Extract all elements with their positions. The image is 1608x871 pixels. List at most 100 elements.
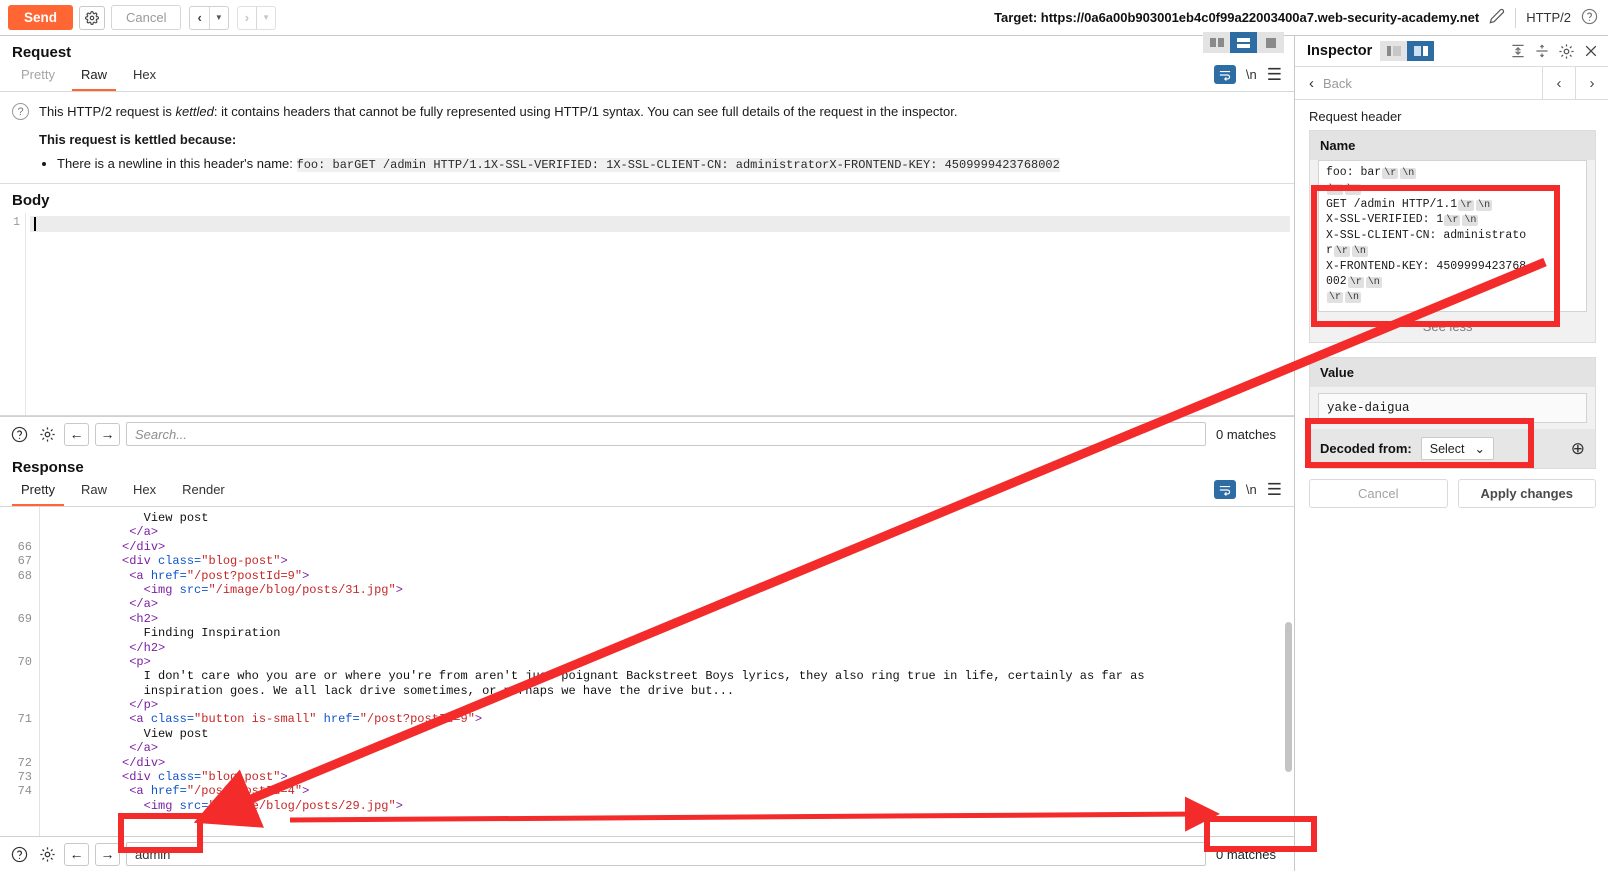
search-next-button[interactable]: → (95, 422, 120, 446)
code-line: <p> (129, 654, 151, 669)
code-line: inspiration goes. We all lack drive some… (143, 683, 735, 698)
tab-response-render[interactable]: Render (173, 476, 234, 506)
body-content[interactable] (26, 213, 1294, 415)
notice-kettled-em: kettled (175, 104, 214, 119)
caret-down-icon[interactable]: ▼ (256, 6, 275, 29)
gear-icon[interactable] (36, 426, 58, 443)
request-tabs: Pretty Raw Hex \n ☰ (0, 32, 1294, 92)
tab-request-pretty[interactable]: Pretty (12, 61, 64, 91)
rows-view-icon[interactable] (1230, 32, 1257, 53)
escape-token: \r (1327, 183, 1344, 195)
chevron-left-icon[interactable]: ‹ (190, 7, 208, 29)
vertical-scrollbar[interactable] (1285, 622, 1292, 772)
chevron-down-icon: ⌄ (1474, 442, 1485, 457)
newline-toggle[interactable]: \n (1246, 482, 1257, 497)
body-active-line[interactable] (30, 215, 1290, 232)
response-search-input[interactable] (126, 842, 1207, 866)
cancel-button[interactable]: Cancel (111, 5, 182, 30)
line-number (0, 698, 32, 712)
tab-request-raw[interactable]: Raw (71, 61, 116, 91)
gear-icon[interactable] (36, 846, 58, 863)
tab-request-hex[interactable]: Hex (124, 61, 165, 91)
response-panel: Response Pretty Raw Hex Render \n ☰ 66 6… (0, 451, 1294, 871)
tab-response-hex[interactable]: Hex (124, 476, 165, 506)
question-circle-icon[interactable] (8, 426, 30, 443)
search-next-button[interactable]: → (95, 842, 120, 866)
close-icon[interactable] (1583, 43, 1599, 59)
escape-token: \r (1333, 245, 1350, 257)
escape-token: \n (1351, 245, 1368, 257)
pencil-icon[interactable] (1489, 8, 1505, 27)
header-name-line: foo: bar \r \n (1326, 166, 1417, 179)
decoded-from-label: Decoded from: (1320, 441, 1412, 457)
body-label: Body (12, 191, 50, 209)
header-name-line: GET /admin HTTP/1.1 \r \n (1326, 197, 1493, 211)
search-prev-button[interactable]: ← (64, 422, 89, 446)
inspector-next-button[interactable]: › (1575, 67, 1608, 99)
right-split-icon[interactable] (1407, 41, 1435, 61)
response-code-body[interactable]: View post </a> </div> <div class="blog-p… (40, 507, 1294, 836)
notice-line1-a: This HTTP/2 request is (39, 104, 176, 119)
columns-view-icon[interactable] (1203, 32, 1230, 53)
hamburger-menu-icon[interactable]: ☰ (1267, 481, 1282, 498)
tab-response-pretty[interactable]: Pretty (12, 476, 64, 506)
gear-icon[interactable] (1558, 43, 1575, 60)
line-number (0, 669, 32, 683)
kettled-notice: ? This HTTP/2 request is kettled: it con… (0, 92, 1294, 184)
send-button[interactable]: Send (8, 5, 74, 30)
escape-token: \r (1327, 292, 1344, 304)
question-circle-icon[interactable] (8, 846, 30, 863)
see-less-button[interactable]: See less ^ (1310, 312, 1595, 342)
question-circle-icon[interactable]: ? (12, 103, 29, 120)
list-item: There is a newline in this header's name… (57, 154, 1060, 175)
chevron-right-icon[interactable]: › (238, 7, 256, 29)
gear-icon[interactable] (79, 5, 106, 30)
history-back-group[interactable]: ‹ ▼ (189, 5, 229, 30)
code-line: <div class="blog-post"> (122, 554, 288, 569)
header-value-input[interactable]: yake-daigua (1318, 393, 1587, 424)
line-number: 67 (17, 554, 32, 569)
left-pane: Request Pretty Raw Hex \n ☰ ? This HTTP/… (0, 32, 1295, 871)
code-line: <a href="/post?postId=4"> (129, 784, 310, 799)
header-name-line: X-SSL-CLIENT-CN: administrato (1326, 229, 1527, 243)
word-wrap-icon[interactable] (1213, 65, 1236, 84)
collapse-all-icon[interactable] (1510, 43, 1526, 59)
decoded-from-row: Decoded from: Select ⌄ ⊕ (1310, 429, 1595, 469)
line-number: 66 (17, 539, 32, 554)
caret-down-icon[interactable]: ▼ (208, 6, 228, 29)
response-tabs: Pretty Raw Hex Render \n ☰ (0, 476, 1294, 507)
decoded-from-select[interactable]: Select ⌄ (1420, 437, 1494, 461)
code-line: <h2> (129, 611, 159, 626)
hamburger-menu-icon[interactable]: ☰ (1267, 66, 1282, 83)
request-body-editor[interactable]: 1 (0, 212, 1294, 416)
word-wrap-icon[interactable] (1213, 480, 1236, 499)
newline-toggle[interactable]: \n (1246, 67, 1257, 82)
plus-circle-icon[interactable]: ⊕ (1571, 440, 1585, 457)
response-header: Response (0, 451, 1294, 476)
divider (1515, 7, 1517, 28)
question-circle-icon[interactable] (1581, 8, 1598, 28)
response-code-viewer[interactable]: 66 67 68 69 70 71 72 73 74 View post </a> </div>… (0, 507, 1294, 836)
header-name-line: \r \n (1326, 290, 1579, 306)
decoded-from-value: Select (1429, 441, 1465, 456)
back-button[interactable]: ‹ Back (1295, 75, 1542, 92)
protocol-label: HTTP/2 (1526, 10, 1571, 25)
left-split-icon[interactable] (1380, 41, 1408, 61)
expand-all-icon[interactable] (1534, 43, 1550, 59)
code-line: </p> (129, 698, 159, 713)
header-value-text: yake-daigua (1327, 401, 1410, 416)
search-prev-button[interactable]: ← (64, 842, 89, 866)
target-url-label: Target: https://0a6a00b903001eb4c0f99a22… (994, 10, 1480, 25)
history-forward-group[interactable]: › ▼ (236, 5, 277, 30)
body-gutter: 1 (0, 212, 26, 415)
single-view-icon[interactable] (1257, 32, 1284, 53)
request-search-input[interactable] (126, 422, 1207, 446)
tab-response-raw[interactable]: Raw (72, 476, 116, 506)
inspector-title: Inspector (1307, 43, 1373, 59)
inspector-apply-button[interactable]: Apply changes (1457, 479, 1596, 509)
request-header: Request (0, 36, 1294, 61)
inspector-prev-button[interactable]: ‹ (1542, 67, 1575, 99)
escape-token: \r (1458, 199, 1475, 211)
header-name-textarea[interactable]: foo: bar \r \n \r \n GET /admin HTTP/1.1 \r \n X… (1318, 160, 1587, 313)
inspector-cancel-button[interactable]: Cancel (1309, 479, 1448, 509)
